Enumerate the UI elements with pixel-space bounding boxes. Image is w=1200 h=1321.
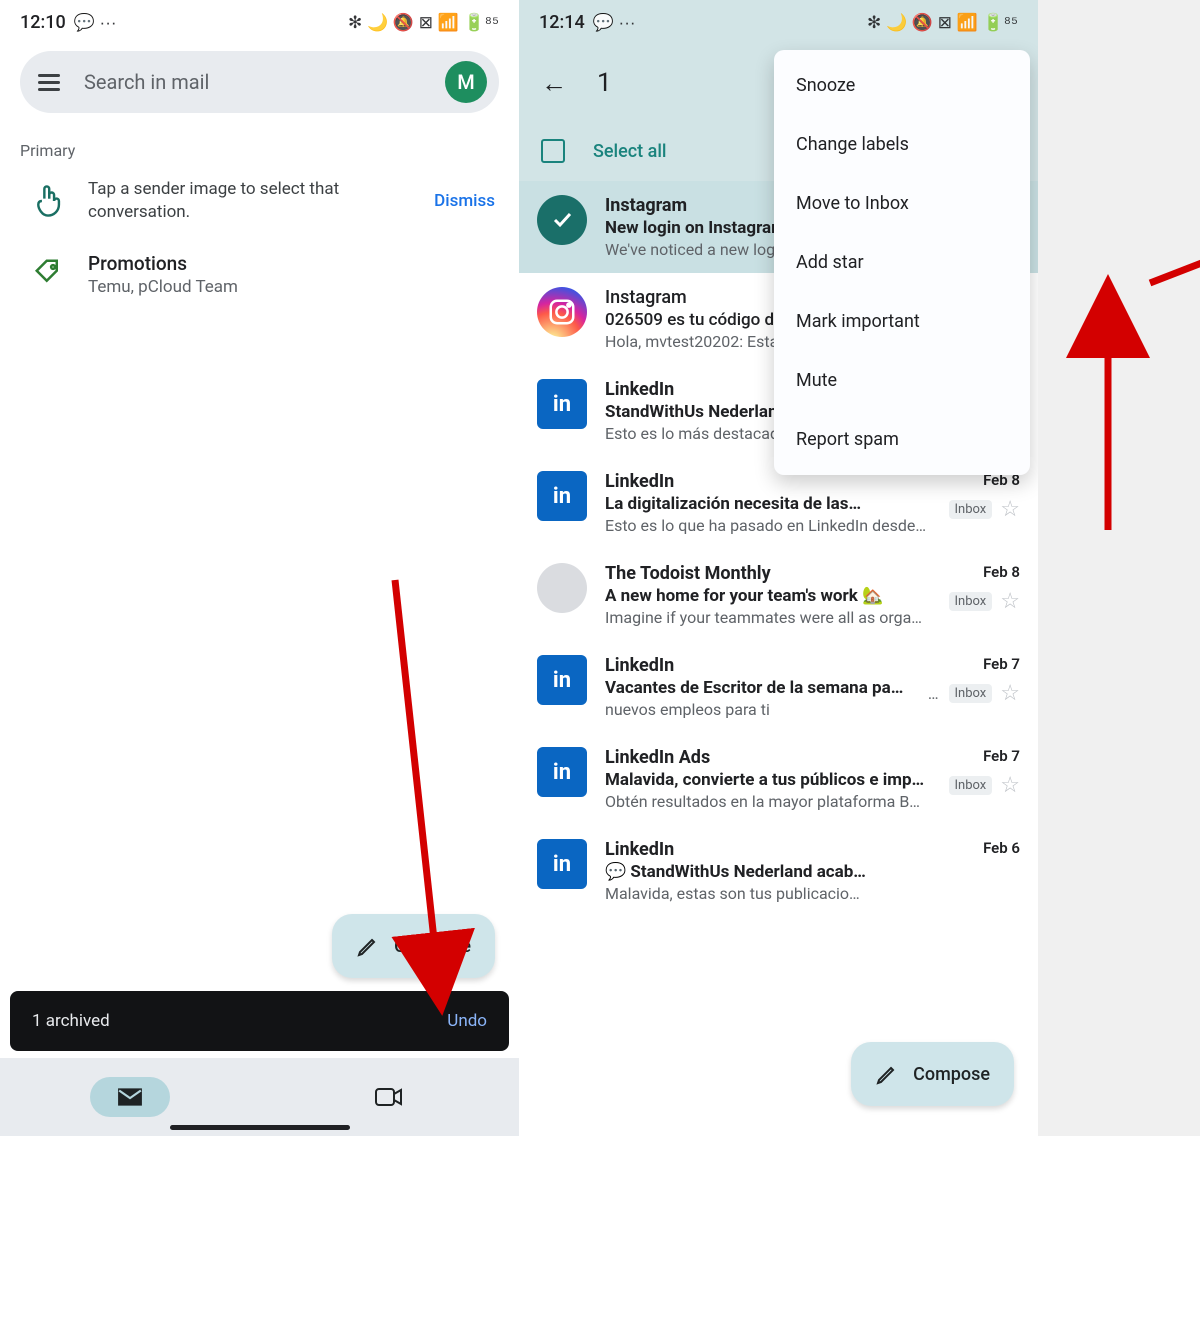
promotions-title: Promotions [88,252,238,275]
nav-indicator [170,1125,350,1130]
star-icon[interactable]: ☆ [1000,681,1020,706]
email-from: LinkedIn Ads [605,747,931,768]
email-preview: Esto es lo que ha pasado en LinkedIn des… [605,516,931,535]
email-from: LinkedIn [605,839,965,860]
menu-item-move-to-inbox[interactable]: Move to Inbox [774,174,1030,233]
menu-item-change-labels[interactable]: Change labels [774,115,1030,174]
dismiss-button[interactable]: Dismiss [434,191,495,211]
check-avatar[interactable] [537,195,587,245]
overflow-dots: … [928,684,941,703]
compose-label: Compose [913,1064,990,1085]
menu-item-snooze[interactable]: Snooze [774,56,1030,115]
star-icon[interactable]: ☆ [1000,773,1020,798]
email-date: Feb 6 [983,839,1020,857]
email-subject: Vacantes de Escritor de la semana pasada [605,678,910,698]
linkedin-avatar[interactable]: in [537,839,587,889]
email-row[interactable]: The Todoist MonthlyA new home for your t… [519,549,1038,641]
search-placeholder: Search in mail [84,70,445,94]
status-time: 12:10 [20,12,66,33]
menu-item-mark-important[interactable]: Mark important [774,292,1030,351]
status-bar-left: 12:10 💬 ··· ✻ 🌙 🔕 ⊠ 📶 🔋⁸⁵ [0,0,519,45]
hint-row: Tap a sender image to select that conver… [0,168,519,242]
compose-label: Compose [394,936,471,957]
star-icon[interactable]: ☆ [1000,497,1020,522]
snackbar-text: 1 archived [32,1011,110,1031]
back-button[interactable]: ← [541,68,567,99]
email-preview: Imagine if your teammates were all as or… [605,608,931,627]
compose-button-left[interactable]: Compose [332,914,495,978]
label-chip: Inbox [949,500,993,519]
status-right-icons: ✻ 🌙 🔕 ⊠ 📶 🔋⁸⁵ [867,13,1018,33]
status-time: 12:14 [539,12,585,33]
email-preview: nuevos empleos para ti [605,700,910,719]
compose-icon [356,934,380,958]
email-date: Feb 8 [983,563,1020,581]
email-subject: La digitalización necesita de las… [605,494,931,514]
status-left-icons: 💬 ··· [593,13,636,33]
promotions-subtitle: Temu, pCloud Team [88,277,238,297]
linkedin-avatar[interactable]: in [537,379,587,429]
compose-button-right[interactable]: Compose [851,1042,1014,1106]
menu-item-add-star[interactable]: Add star [774,233,1030,292]
status-right-icons: ✻ 🌙 🔕 ⊠ 📶 🔋⁸⁵ [348,13,499,33]
undo-button[interactable]: Undo [447,1011,487,1031]
star-icon[interactable]: ☆ [1000,589,1020,614]
label-chip: Inbox [949,776,993,795]
whitespace [0,1136,1200,1321]
blank-avatar[interactable] [537,563,587,613]
email-row[interactable]: in LinkedIn AdsMalavida, convierte a tus … [519,733,1038,825]
hint-text: Tap a sender image to select that conver… [88,178,414,224]
email-from: The Todoist Monthly [605,563,931,584]
email-preview: Obtén resultados en la mayor plataforma … [605,792,931,811]
linkedin-avatar[interactable]: in [537,747,587,797]
email-row[interactable]: in LinkedIn💬 StandWithUs Nederland acab… M… [519,825,1038,917]
overflow-menu: SnoozeChange labelsMove to InboxAdd star… [774,50,1030,475]
menu-item-mute[interactable]: Mute [774,351,1030,410]
email-subject: A new home for your team's work 🏡 [605,586,931,606]
hamburger-icon[interactable] [38,74,70,91]
label-chip: Inbox [949,684,993,703]
email-preview: Malavida, estas son tus publicacio… [605,884,965,903]
search-bar[interactable]: Search in mail M [20,51,499,113]
promotions-icon [28,252,68,292]
instagram-avatar[interactable] [537,287,587,337]
mail-tab[interactable] [90,1077,170,1117]
linkedin-avatar[interactable]: in [537,655,587,705]
status-left-icons: 💬 ··· [74,13,117,33]
email-from: LinkedIn [605,655,910,676]
tap-hint-icon [28,181,68,221]
snackbar: 1 archived Undo [10,991,509,1051]
promotions-row[interactable]: Promotions Temu, pCloud Team [0,242,519,315]
primary-label: Primary [0,123,519,168]
email-date: Feb 7 [983,747,1020,765]
select-all-label: Select all [593,141,667,162]
account-avatar[interactable]: M [445,61,487,103]
label-chip: Inbox [949,592,993,611]
email-subject: Malavida, convierte a tus públicos e imp… [605,770,931,790]
email-date: Feb 7 [983,655,1020,673]
menu-item-report-spam[interactable]: Report spam [774,410,1030,469]
meet-tab[interactable] [349,1077,429,1117]
email-subject: 💬 StandWithUs Nederland acab… [605,862,965,882]
linkedin-avatar[interactable]: in [537,471,587,521]
email-row[interactable]: in LinkedInVacantes de Escritor de la sem… [519,641,1038,733]
compose-icon [875,1062,899,1086]
phone-right: 12:14 💬 ··· ✻ 🌙 🔕 ⊠ 📶 🔋⁸⁵ ← 1 Select all… [519,0,1038,1136]
status-bar-right: 12:14 💬 ··· ✻ 🌙 🔕 ⊠ 📶 🔋⁸⁵ [519,0,1038,45]
phone-left: 12:10 💬 ··· ✻ 🌙 🔕 ⊠ 📶 🔋⁸⁵ Search in mail… [0,0,519,1136]
selection-count: 1 [597,68,612,98]
select-all-checkbox[interactable] [541,139,565,163]
